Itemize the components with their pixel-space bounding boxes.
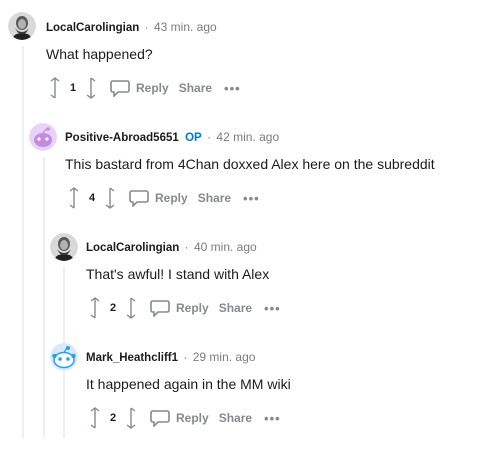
comment-body: What happened?: [46, 46, 153, 62]
comment-actions: 2 Reply Share •••: [88, 406, 281, 430]
separator: ·: [184, 240, 189, 254]
thread-line-level-1[interactable]: [43, 157, 45, 438]
downvote-icon[interactable]: [84, 76, 98, 100]
op-badge: OP: [185, 132, 202, 144]
comment-body: This bastard from 4Chan doxxed Alex here…: [65, 156, 435, 172]
upvote-icon[interactable]: [88, 406, 102, 430]
vote-count: 4: [88, 192, 96, 204]
comment-bubble-icon: [150, 300, 170, 317]
username[interactable]: LocalCarolingian: [46, 22, 139, 34]
reply-label: Reply: [176, 301, 209, 315]
comment-meta: Mark_Heathcliff1 · 29 min. ago: [86, 349, 255, 366]
reply-label: Reply: [176, 411, 209, 425]
avatar[interactable]: [50, 343, 78, 371]
separator: ·: [144, 20, 149, 34]
share-button[interactable]: Share: [179, 81, 212, 95]
username[interactable]: LocalCarolingian: [86, 242, 179, 254]
comment-body: That's awful! I stand with Alex: [86, 266, 270, 282]
vote-count: 1: [69, 82, 77, 94]
reply-label: Reply: [155, 191, 188, 205]
timestamp[interactable]: 40 min. ago: [194, 240, 257, 254]
avatar[interactable]: [29, 123, 57, 151]
comment-actions: 2 Reply Share •••: [88, 296, 281, 320]
more-options-button[interactable]: •••: [224, 81, 241, 96]
downvote-icon[interactable]: [124, 296, 138, 320]
username[interactable]: Mark_Heathcliff1: [86, 352, 178, 364]
comment-actions: 4 Reply Share •••: [67, 186, 260, 210]
comment-body: It happened again in the MM wiki: [86, 376, 291, 392]
avatar[interactable]: [8, 12, 36, 40]
separator: ·: [183, 350, 188, 364]
blue-snoo-avatar-icon: [50, 343, 78, 371]
downvote-icon[interactable]: [124, 406, 138, 430]
timestamp[interactable]: 29 min. ago: [193, 350, 256, 364]
comment-meta: LocalCarolingian · 43 min. ago: [46, 19, 217, 36]
reply-button[interactable]: Reply: [129, 189, 188, 207]
comment-bubble-icon: [129, 190, 149, 207]
vote-count: 2: [109, 412, 117, 424]
upvote-icon[interactable]: [48, 76, 62, 100]
timestamp[interactable]: 42 min. ago: [216, 130, 279, 144]
upvote-icon[interactable]: [88, 296, 102, 320]
more-options-button[interactable]: •••: [264, 301, 281, 316]
bearded-man-avatar-icon: [50, 233, 78, 261]
purple-snoo-avatar-icon: [29, 123, 57, 151]
avatar[interactable]: [50, 233, 78, 261]
reply-button[interactable]: Reply: [150, 409, 209, 427]
more-options-button[interactable]: •••: [243, 191, 260, 206]
downvote-icon[interactable]: [103, 186, 117, 210]
reply-label: Reply: [136, 81, 169, 95]
reply-button[interactable]: Reply: [150, 299, 209, 317]
comment-bubble-icon: [150, 410, 170, 427]
upvote-icon[interactable]: [67, 186, 81, 210]
comment-bubble-icon: [110, 80, 130, 97]
comment-actions: 1 Reply Share •••: [48, 76, 241, 100]
more-options-button[interactable]: •••: [264, 411, 281, 426]
reply-button[interactable]: Reply: [110, 79, 169, 97]
thread-line-level-0[interactable]: [22, 46, 24, 438]
share-button[interactable]: Share: [219, 411, 252, 425]
share-button[interactable]: Share: [198, 191, 231, 205]
bearded-man-avatar-icon: [8, 12, 36, 40]
vote-count: 2: [109, 302, 117, 314]
share-button[interactable]: Share: [219, 301, 252, 315]
username[interactable]: Positive-Abroad5651: [65, 132, 179, 144]
comment-meta: LocalCarolingian · 40 min. ago: [86, 239, 257, 256]
timestamp[interactable]: 43 min. ago: [154, 20, 217, 34]
separator: ·: [207, 130, 212, 144]
comment-meta: Positive-Abroad5651 OP · 42 min. ago: [65, 129, 279, 146]
